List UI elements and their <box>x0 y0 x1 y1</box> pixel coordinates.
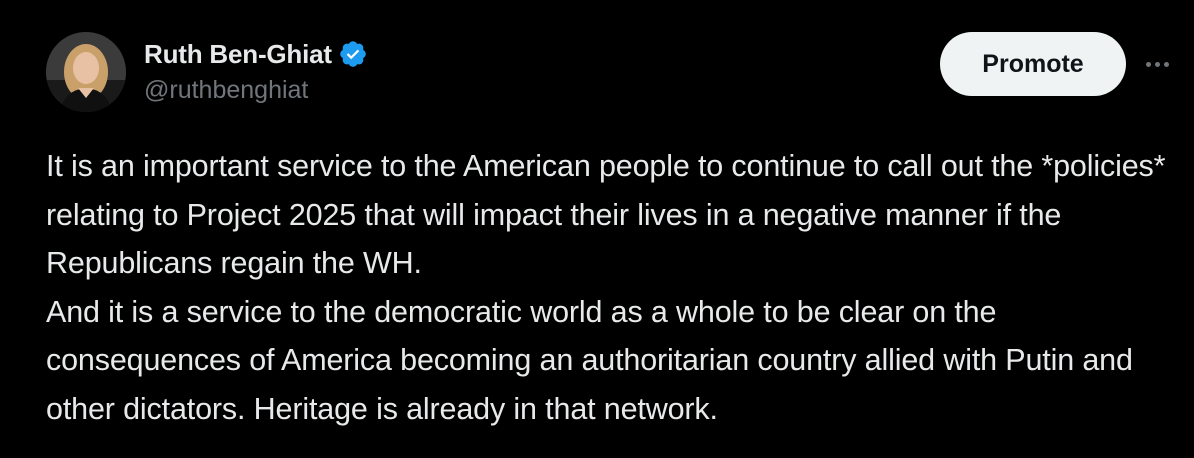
tweet[interactable]: Ruth Ben-Ghiat @ruthbenghiat Promote It … <box>0 0 1194 458</box>
avatar[interactable] <box>46 32 126 112</box>
dot <box>1145 61 1151 67</box>
tweet-paragraph: It is an important service to the Americ… <box>46 149 1166 280</box>
name-row: Ruth Ben-Ghiat <box>144 38 368 70</box>
author-block: Ruth Ben-Ghiat @ruthbenghiat <box>144 38 368 105</box>
display-name[interactable]: Ruth Ben-Ghiat <box>144 39 332 70</box>
more-options-icon[interactable] <box>1140 52 1174 76</box>
tweet-text: It is an important service to the Americ… <box>46 142 1176 433</box>
tweet-paragraph: And it is a service to the democratic wo… <box>46 294 1133 426</box>
promote-button[interactable]: Promote <box>940 32 1126 96</box>
verified-badge-icon[interactable] <box>338 39 368 69</box>
dot <box>1163 61 1169 67</box>
dot <box>1154 61 1160 67</box>
avatar-image <box>46 32 126 112</box>
handle[interactable]: @ruthbenghiat <box>144 76 368 105</box>
